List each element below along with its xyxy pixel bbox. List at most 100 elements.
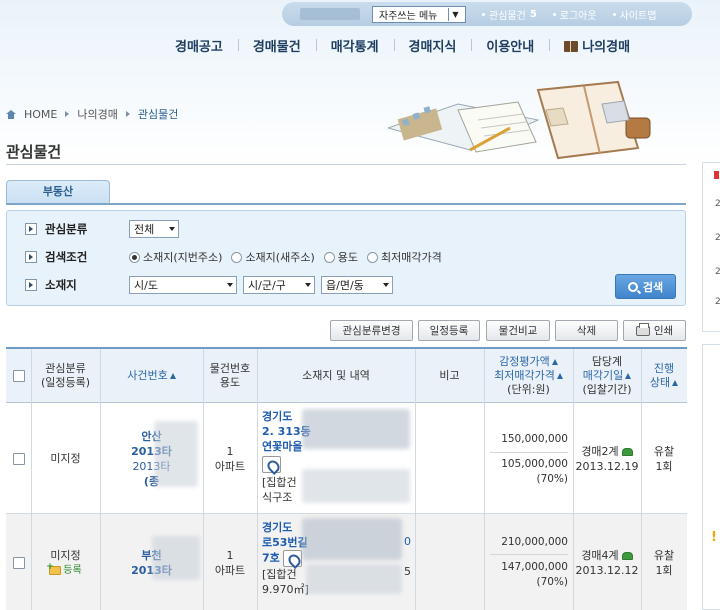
category-value: 미지정 [50, 549, 81, 562]
condition-label: 검색조건 [45, 250, 88, 264]
breadcrumb-current: 관심물건 [137, 108, 179, 121]
sort-up-icon[interactable] [551, 359, 558, 365]
tab-real-estate[interactable]: 부동산 [6, 180, 110, 204]
utility-bar: 자주쓰는 메뉴 ▼ 관심물건 5 로그아웃 사이트맵 [282, 2, 692, 26]
radio-label: 소재지(지번주소) [143, 251, 223, 264]
bullet-icon [552, 12, 556, 16]
main-nav: 경매공고 경매물건 매각통계 경매지식 이용안내 나의경매 [160, 36, 700, 55]
price-ratio: (70%) [536, 576, 568, 588]
map-pin-icon[interactable] [262, 456, 281, 473]
header-sale-date[interactable]: 매각기일 [583, 369, 632, 383]
row-category: 미지정 [50, 452, 81, 465]
search-row-location: 소재지 시/도 시/군/구 읍/면/동 [25, 275, 399, 295]
nav-sale-statistics[interactable]: 매각통계 [315, 36, 394, 55]
row-item-number: 1 아파트 [203, 514, 257, 610]
header-price[interactable]: 감정평가액 최저매각가격 (단위:원) [484, 349, 573, 403]
nav-auction-notice[interactable]: 경매공고 [160, 36, 238, 55]
header-status-line1: 진행 [653, 362, 675, 375]
logout-link[interactable]: 로그아웃 [552, 7, 597, 22]
minimum-price: 147,000,000 [501, 561, 568, 573]
row-select-cell [6, 514, 31, 610]
search-panel: 관심분류 전체 검색조건 소재지(지번주소) 소재지(새주소) 용도 최저매각가… [6, 210, 686, 306]
printer-icon [635, 322, 650, 336]
side-panel-top: 2 2 2 2 [702, 162, 720, 332]
price-ratio: (70%) [536, 473, 568, 485]
chevron-right-icon [25, 223, 37, 235]
book-icon [564, 41, 579, 52]
address-line[interactable]: 7호 [262, 552, 280, 565]
radio-new-address[interactable]: 소재지(새주소) [231, 249, 315, 265]
print-button[interactable]: 인쇄 [623, 320, 686, 341]
nav-my-auction[interactable]: 나의경매 [549, 36, 645, 55]
radio-button[interactable] [367, 251, 378, 263]
radio-button[interactable] [323, 251, 335, 263]
nav-auction-knowledge[interactable]: 경매지식 [393, 36, 472, 55]
radio-button[interactable] [231, 251, 243, 263]
dong-select[interactable]: 읍/면/동 [321, 276, 393, 294]
search-button[interactable]: 검색 [615, 274, 676, 299]
header-item-number: 물건번호 용도 [203, 349, 257, 403]
redacted-address [302, 518, 402, 560]
redacted-address-detail [302, 469, 410, 503]
status-line: 1회 [655, 564, 673, 577]
map-pin-icon[interactable] [283, 550, 303, 567]
sort-up-icon[interactable] [169, 373, 176, 379]
sitemap-link[interactable]: 사이트맵 [612, 7, 656, 22]
favorites-link[interactable]: 관심물건 5 [482, 7, 537, 22]
phone-icon[interactable] [621, 552, 633, 560]
chevron-right-icon [65, 111, 70, 117]
quick-menu-select[interactable]: 자주쓰는 메뉴 ▼ [372, 5, 466, 23]
breadcrumb-home[interactable]: HOME [24, 108, 57, 121]
radio-min-price[interactable]: 최저매각가격 [367, 249, 442, 265]
header-status[interactable]: 진행 상태 [641, 349, 687, 403]
radio-use[interactable]: 용도 [323, 249, 358, 265]
favorites-count: 5 [529, 8, 537, 20]
category-select[interactable]: 전체 [129, 220, 179, 238]
logout-label: 로그아웃 [559, 10, 597, 22]
row-checkbox[interactable] [12, 557, 25, 569]
redacted-case-number [154, 421, 198, 487]
change-category-button[interactable]: 관심분류변경 [330, 320, 413, 341]
delete-button[interactable]: 삭제 [555, 320, 618, 341]
radio-label: 용도 [337, 251, 358, 264]
row-checkbox[interactable] [12, 452, 25, 465]
sort-up-icon[interactable] [672, 380, 679, 386]
nav-auction-items[interactable]: 경매물건 [237, 36, 316, 55]
sort-up-icon[interactable] [556, 373, 563, 379]
select-all-checkbox[interactable] [12, 370, 25, 382]
side-panel-marker [714, 171, 719, 179]
sido-select[interactable]: 시/도 [129, 276, 237, 294]
column-divider [484, 349, 485, 610]
header-illustration [388, 80, 651, 160]
dept-name: 경매4계 [581, 548, 633, 563]
phone-icon[interactable] [621, 447, 633, 456]
sort-up-icon[interactable] [625, 373, 632, 379]
header-appraisal-text: 감정평가액 [499, 355, 550, 368]
user-name-redacted [300, 8, 360, 20]
price-divider [490, 554, 568, 555]
bullet-icon [482, 12, 485, 16]
header-dept: 담당계 매각기일 (입찰기간) [573, 349, 641, 403]
search-row-condition: 검색조건 소재지(지번주소) 소재지(새주소) 용도 최저매각가격 [25, 247, 451, 267]
compare-items-button[interactable]: 물건비교 [486, 320, 550, 341]
chevron-right-icon [25, 251, 37, 263]
register-link[interactable]: 등록 [46, 560, 81, 578]
sido-value: 시/도 [134, 279, 158, 292]
row-status: 유찰 1회 [641, 403, 687, 514]
header-status-text: 상태 [649, 376, 671, 389]
category-select-value: 전체 [134, 223, 155, 236]
register-schedule-button[interactable]: 일정등록 [418, 320, 480, 341]
side-panel-number: 2 [715, 297, 720, 307]
header-note: 비고 [439, 369, 460, 382]
price-divider [490, 452, 568, 453]
chevron-right-icon [25, 279, 37, 291]
radio-lot-address[interactable]: 소재지(지번주소) [129, 249, 222, 265]
radio-label: 소재지(새주소) [245, 251, 315, 264]
breadcrumb-my-auction[interactable]: 나의경매 [77, 106, 117, 122]
radio-button[interactable] [129, 251, 140, 263]
column-divider [31, 349, 32, 610]
header-case-number[interactable]: 사건번호 [100, 349, 203, 403]
sigungu-select[interactable]: 시/군/구 [243, 276, 315, 294]
nav-user-guide[interactable]: 이용안내 [471, 36, 549, 55]
address-tail: 5 [404, 565, 411, 578]
